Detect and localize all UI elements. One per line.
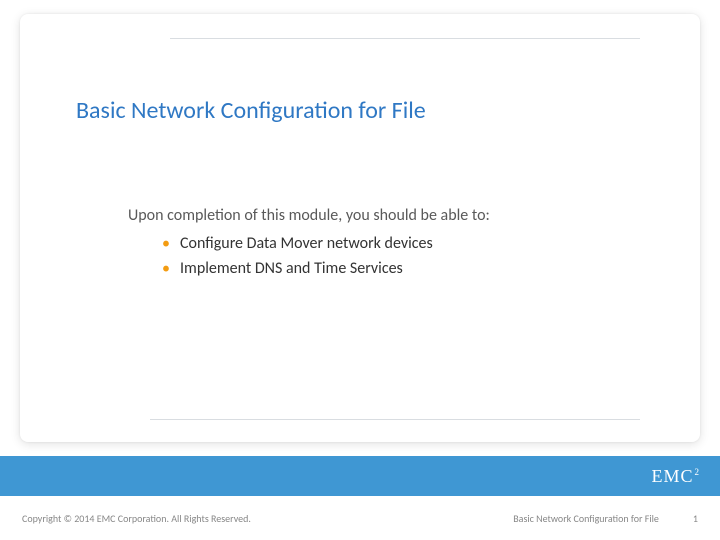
sub-footer: Copyright © 2014 EMC Corporation. All Ri… — [0, 496, 720, 540]
logo-superscript: 2 — [695, 467, 701, 477]
footer-bar: EMC2 — [0, 456, 720, 496]
content-card: Basic Network Configuration for File Upo… — [20, 14, 700, 442]
list-item: Configure Data Mover network devices — [162, 232, 433, 257]
intro-text: Upon completion of this module, you shou… — [128, 206, 490, 225]
module-name: Basic Network Configuration for File — [513, 512, 659, 525]
slide-title: Basic Network Configuration for File — [76, 96, 426, 125]
slide: Basic Network Configuration for File Upo… — [0, 0, 720, 540]
bullet-list: Configure Data Mover network devices Imp… — [162, 232, 433, 282]
copyright-text: Copyright © 2014 EMC Corporation. All Ri… — [22, 512, 251, 525]
top-divider — [170, 38, 640, 39]
bottom-divider — [150, 419, 640, 420]
logo-text: EMC — [651, 466, 693, 486]
page-number: 1 — [693, 512, 698, 525]
list-item: Implement DNS and Time Services — [162, 257, 433, 282]
emc-logo: EMC2 — [651, 466, 700, 487]
